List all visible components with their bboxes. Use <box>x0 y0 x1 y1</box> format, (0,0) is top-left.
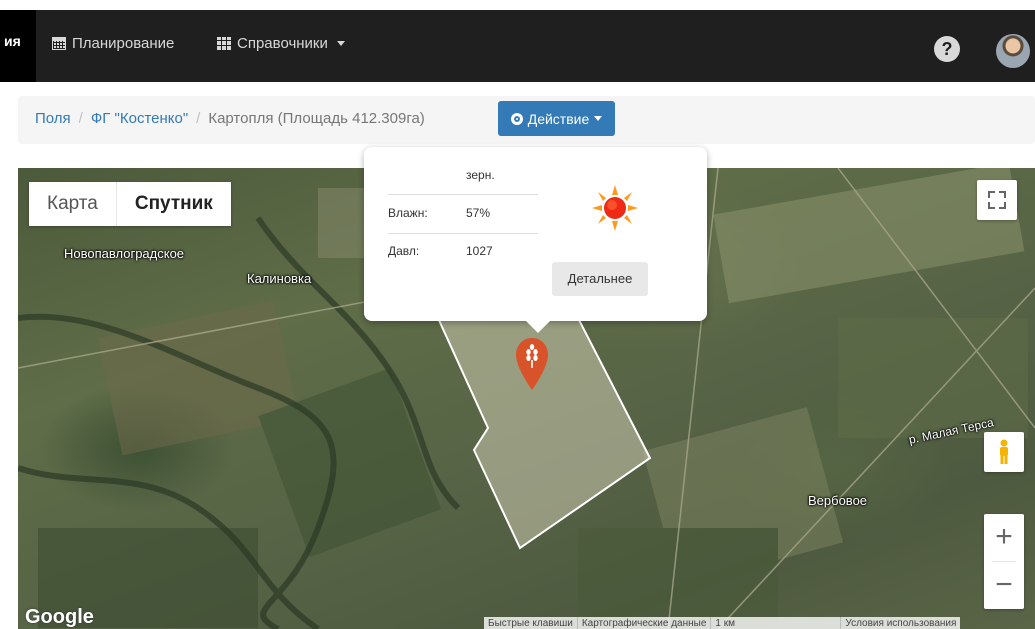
breadcrumb-bar: Поля / ФГ "Костенко" / Картопля (Площадь… <box>18 96 1035 144</box>
fullscreen-button[interactable] <box>977 180 1017 220</box>
fullscreen-icon <box>988 191 995 198</box>
breadcrumb-farm[interactable]: ФГ "Костенко" <box>91 110 188 127</box>
weather-partial-row: зерн. <box>388 168 538 182</box>
map-label-kalinovka: Калиновка <box>247 271 312 286</box>
chevron-down-icon <box>594 116 603 121</box>
breadcrumb-current: Картопля (Площадь 412.309га) <box>208 110 425 127</box>
gear-icon <box>510 112 523 125</box>
map-attribution: Быстрые клавиши Картографические данные … <box>484 617 961 629</box>
map-label-verbovoe: Вербовое <box>808 493 868 508</box>
divider <box>388 194 538 195</box>
action-dropdown-button[interactable]: Действие <box>498 101 615 136</box>
chevron-down-icon <box>336 40 345 46</box>
breadcrumb-separator: / <box>78 110 83 127</box>
popup-tail <box>526 321 550 333</box>
terms-link[interactable]: Условия использования <box>840 617 960 629</box>
google-logo: Google <box>25 606 94 628</box>
map-type-satellite-button[interactable]: Спутник <box>115 182 231 226</box>
zoom-control: + − <box>984 514 1024 609</box>
street-view-button[interactable] <box>984 432 1024 472</box>
map-scale[interactable]: 1 км <box>710 617 840 629</box>
sun-icon <box>592 185 638 231</box>
details-button[interactable]: Детальнее <box>552 262 648 296</box>
humidity-value: 57% <box>466 206 491 220</box>
nav-references-dropdown[interactable]: Справочники <box>217 32 345 54</box>
map-label-novopavlogradskoe: Новопавлоградское <box>64 246 185 261</box>
weather-row-pressure: Давл: 1027 <box>388 244 538 258</box>
humidity-label: Влажн: <box>388 206 428 220</box>
help-button[interactable]: ? <box>934 36 960 62</box>
map-type-map-button[interactable]: Карта <box>29 182 116 226</box>
zoom-out-button[interactable]: − <box>984 562 1024 609</box>
map-type-control: Карта Спутник <box>29 182 231 226</box>
grid-icon <box>217 36 231 50</box>
fullscreen-icon <box>999 202 1006 209</box>
calendar-icon <box>52 36 66 50</box>
map-data-link[interactable]: Картографические данные <box>576 617 711 629</box>
top-navbar: ия Планирование Справочники ? <box>0 10 1035 82</box>
nav-references-label: Справочники <box>237 34 328 52</box>
fullscreen-icon <box>988 202 995 209</box>
nav-planning[interactable]: Планирование <box>52 32 174 54</box>
avatar[interactable] <box>996 34 1030 68</box>
fullscreen-icon <box>999 191 1006 198</box>
breadcrumb-separator: / <box>196 110 201 127</box>
pegman-icon <box>1000 439 1008 464</box>
brand-fragment[interactable]: ия <box>0 10 36 82</box>
nav-planning-label: Планирование <box>72 34 175 52</box>
divider <box>388 233 538 234</box>
field-marker-icon[interactable] <box>514 336 550 392</box>
zoom-in-button[interactable]: + <box>984 514 1024 561</box>
weather-row-humidity: Влажн: 57% <box>388 206 538 220</box>
weather-popup: зерн. Влажн: 57% Давл: 1027 Детальнее <box>364 147 707 333</box>
breadcrumb: Поля / ФГ "Костенко" / Картопля (Площадь… <box>35 110 425 127</box>
pressure-value: 1027 <box>466 244 493 258</box>
weather-partial-text: зерн. <box>466 168 495 182</box>
breadcrumb-fields[interactable]: Поля <box>35 110 71 127</box>
action-button-label: Действие <box>527 110 590 127</box>
keyboard-shortcuts-link[interactable]: Быстрые клавиши <box>484 617 577 629</box>
pressure-label: Давл: <box>388 244 420 258</box>
